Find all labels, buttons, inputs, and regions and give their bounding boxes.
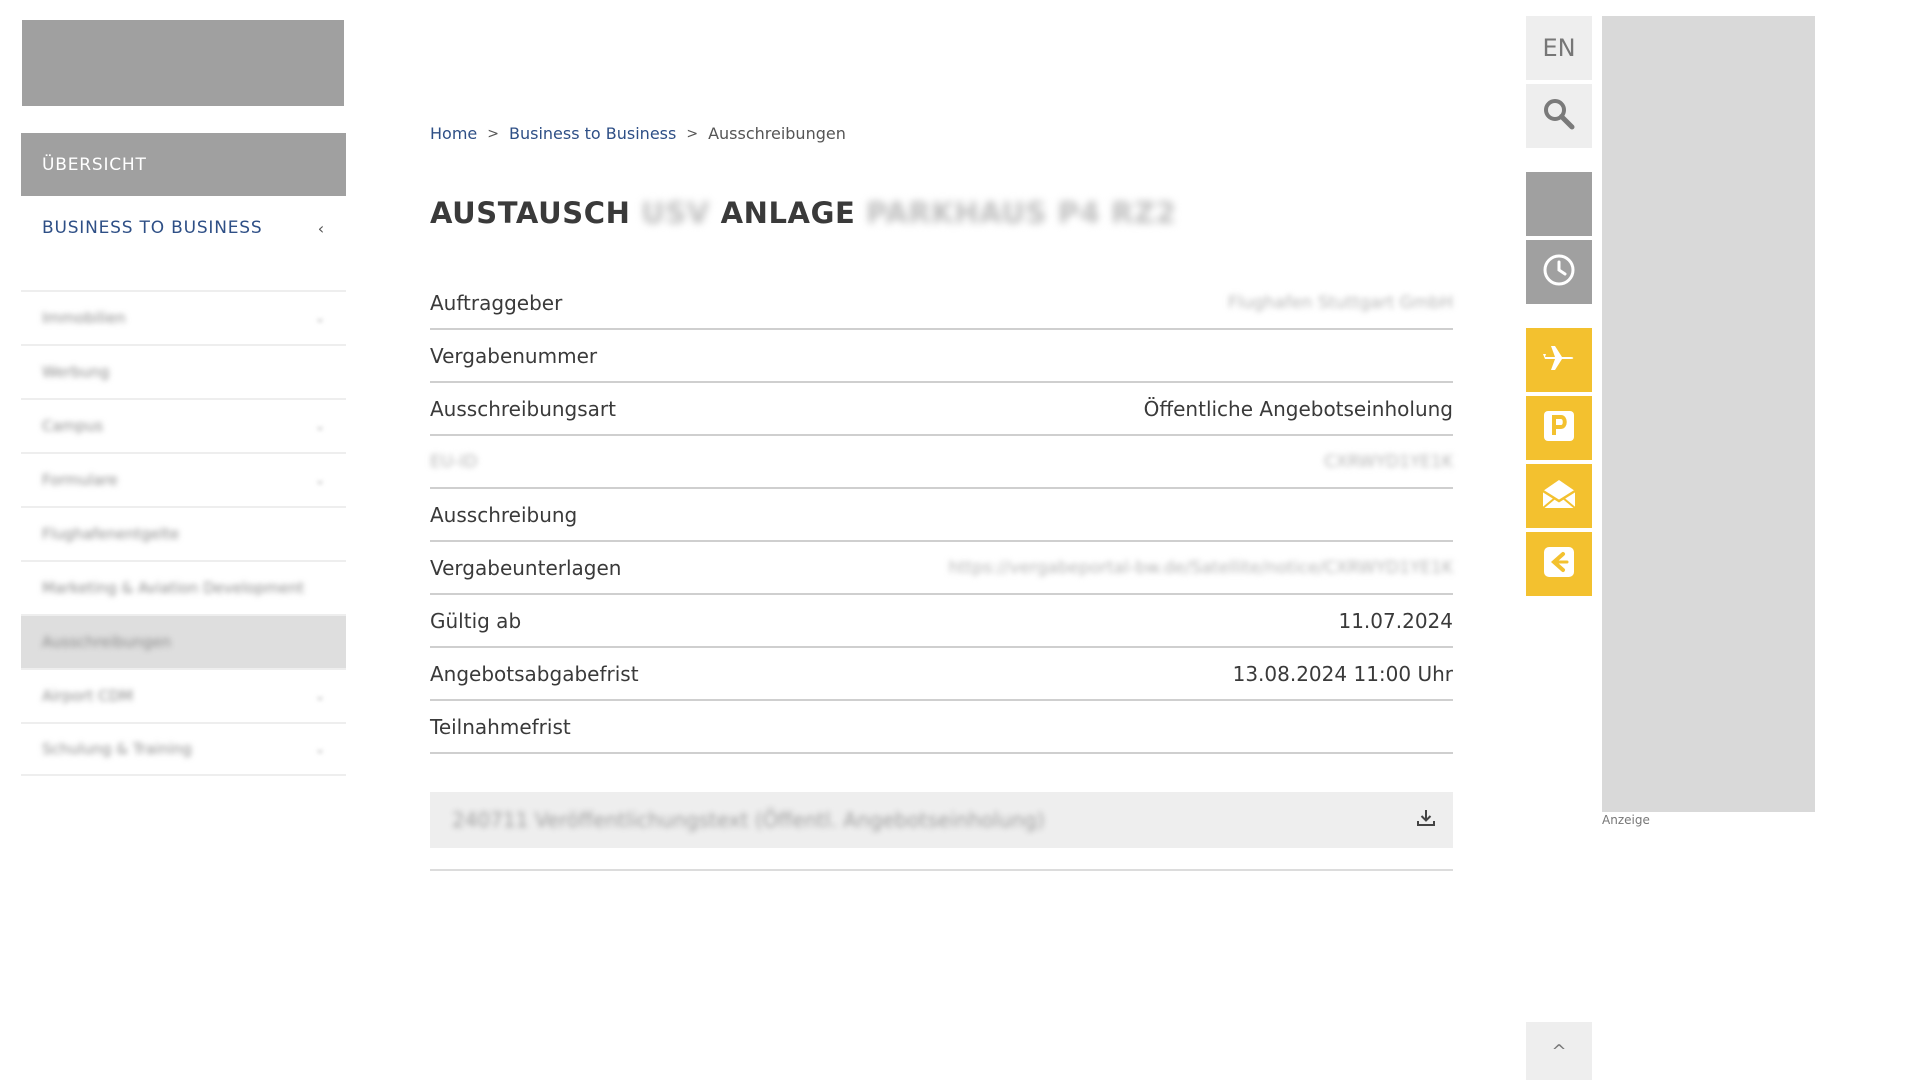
detail-value: 13.08.2024 11:00 Uhr [1232, 661, 1453, 686]
sidebar-item-flughafenentgelte[interactable]: Flughafenentgelte [21, 506, 346, 560]
parking-icon [1542, 409, 1576, 447]
sidebar-item-marketing[interactable]: Marketing & Aviation Development [21, 560, 346, 614]
contact-button[interactable] [1526, 464, 1592, 528]
sidebar-item-formulare[interactable]: Formulare ⌄ [21, 452, 346, 506]
page-title: AUSTAUSCH USV ANLAGE PARKHAUS P4 RZ2 [430, 196, 1176, 230]
sidebar-item-immobilien[interactable]: Immobilien ⌄ [21, 290, 346, 344]
sidebar-item-label: Campus [42, 417, 104, 435]
feedback-icon [1542, 545, 1576, 583]
detail-label: Vergabenummer [430, 343, 598, 368]
detail-row-vergabenummer: Vergabenummer [430, 330, 1453, 383]
content-divider [430, 869, 1453, 871]
chevron-down-icon[interactable]: ⌄ [315, 311, 325, 325]
mail-icon [1541, 477, 1577, 515]
detail-row-ausschreibungsart: Ausschreibungsart Öffentliche Angebotsei… [430, 383, 1453, 436]
breadcrumb-separator: > [487, 125, 499, 142]
chevron-down-icon[interactable]: ⌄ [315, 742, 325, 756]
detail-row-ausschreibung: Ausschreibung [430, 489, 1453, 542]
detail-row-angebotsabgabefrist: Angebotsabgabefrist 13.08.2024 11:00 Uhr [430, 648, 1453, 701]
breadcrumb-separator: > [686, 125, 699, 142]
parking-button[interactable] [1526, 396, 1592, 460]
document-download[interactable]: 240711 Veröffentlichungstext (Öffentl. A… [430, 792, 1453, 848]
search-icon [1541, 96, 1577, 136]
breadcrumb-current: Ausschreibungen [708, 124, 846, 143]
feedback-button[interactable] [1526, 532, 1592, 596]
sidebar-item-label: Immobilien [42, 309, 126, 327]
chevron-down-icon[interactable]: ⌄ [315, 419, 325, 433]
breadcrumb-business-to-business[interactable]: Business to Business [509, 124, 676, 143]
detail-value: 11.07.2024 [1338, 608, 1453, 633]
sidebar-item-label: Schulung & Training [42, 740, 192, 758]
sidebar-item-schulung[interactable]: Schulung & Training ⌄ [21, 722, 346, 776]
detail-value: Öffentliche Angebotseinholung [1143, 396, 1453, 421]
detail-value: CXRWYD1YE1K [1324, 451, 1453, 472]
sidebar-item-ausschreibungen[interactable]: Ausschreibungen [21, 614, 346, 668]
detail-label: Vergabeunterlagen [430, 555, 622, 580]
sidebar-item-label: Airport CDM [42, 687, 134, 705]
chevron-up-icon: ^ [1551, 1040, 1567, 1062]
tender-details-list: Auftraggeber Flughafen Stuttgart GmbH Ve… [430, 277, 1453, 754]
detail-label: Ausschreibungsart [430, 396, 616, 421]
breadcrumb: Home > Business to Business > Ausschreib… [430, 124, 846, 143]
sidebar-item-campus[interactable]: Campus ⌄ [21, 398, 346, 452]
detail-label: Angebotsabgabefrist [430, 661, 639, 686]
download-icon[interactable] [1415, 807, 1437, 833]
language-label: EN [1542, 34, 1576, 62]
sidebar-item-label: Formulare [42, 471, 118, 489]
sidebar-item-label: Ausschreibungen [42, 633, 172, 651]
opening-hours-button[interactable] [1526, 240, 1592, 304]
advertisement-banner[interactable] [1602, 16, 1815, 812]
download-label: 240711 Veröffentlichungstext (Öffentl. A… [452, 808, 1045, 832]
nav-business-to-business[interactable]: BUSINESS TO BUSINESS ‹ [21, 200, 346, 256]
sidebar-subnav: Immobilien ⌄ Werbung Campus ⌄ Formulare … [21, 290, 346, 776]
title-blurred-part: PARKHAUS P4 RZ2 [866, 196, 1177, 230]
search-button[interactable] [1526, 84, 1592, 148]
blank-tile[interactable] [1526, 172, 1592, 236]
chevron-left-icon[interactable]: ‹ [318, 219, 325, 238]
back-to-top-button[interactable]: ^ [1526, 1022, 1592, 1080]
sidebar-item-label: Werbung [42, 363, 110, 381]
language-switch-button[interactable]: EN [1526, 16, 1592, 80]
detail-row-teilnahmefrist: Teilnahmefrist [430, 701, 1453, 754]
sidebar-item-label: Marketing & Aviation Development [42, 579, 305, 597]
detail-link[interactable]: https://vergabeportal-bw.de/Satellite/no… [948, 558, 1453, 578]
detail-value: Flughafen Stuttgart GmbH [1227, 292, 1453, 313]
plane-icon [1541, 340, 1577, 380]
detail-label: Ausschreibung [430, 502, 578, 527]
detail-row-eu-id: EU-ID CXRWYD1YE1K [430, 436, 1453, 489]
detail-label: EU-ID [430, 451, 478, 472]
title-part: AUSTAUSCH [430, 196, 631, 230]
detail-label: Gültig ab [430, 608, 522, 633]
detail-label: Auftraggeber [430, 290, 563, 315]
breadcrumb-home[interactable]: Home [430, 124, 477, 143]
detail-label: Teilnahmefrist [430, 714, 571, 739]
detail-row-vergabeunterlagen: Vergabeunterlagen https://vergabeportal-… [430, 542, 1453, 595]
detail-row-gueltig-ab: Gültig ab 11.07.2024 [430, 595, 1453, 648]
chevron-down-icon[interactable]: ⌄ [315, 473, 325, 487]
nav-overview[interactable]: ÜBERSICHT [21, 133, 346, 196]
detail-row-auftraggeber: Auftraggeber Flughafen Stuttgart GmbH [430, 277, 1453, 330]
title-part: ANLAGE [720, 196, 856, 230]
site-logo[interactable] [22, 20, 344, 106]
flights-button[interactable] [1526, 328, 1592, 392]
sidebar-item-werbung[interactable]: Werbung [21, 344, 346, 398]
advertisement-label: Anzeige [1602, 813, 1650, 827]
sidebar-item-airport-cdm[interactable]: Airport CDM ⌄ [21, 668, 346, 722]
nav-section-label: BUSINESS TO BUSINESS [42, 218, 263, 238]
sidebar-item-label: Flughafenentgelte [42, 525, 180, 543]
title-blurred-part: USV [641, 196, 710, 230]
clock-icon [1542, 253, 1576, 291]
nav-overview-label: ÜBERSICHT [42, 154, 147, 175]
chevron-down-icon[interactable]: ⌄ [315, 689, 325, 703]
